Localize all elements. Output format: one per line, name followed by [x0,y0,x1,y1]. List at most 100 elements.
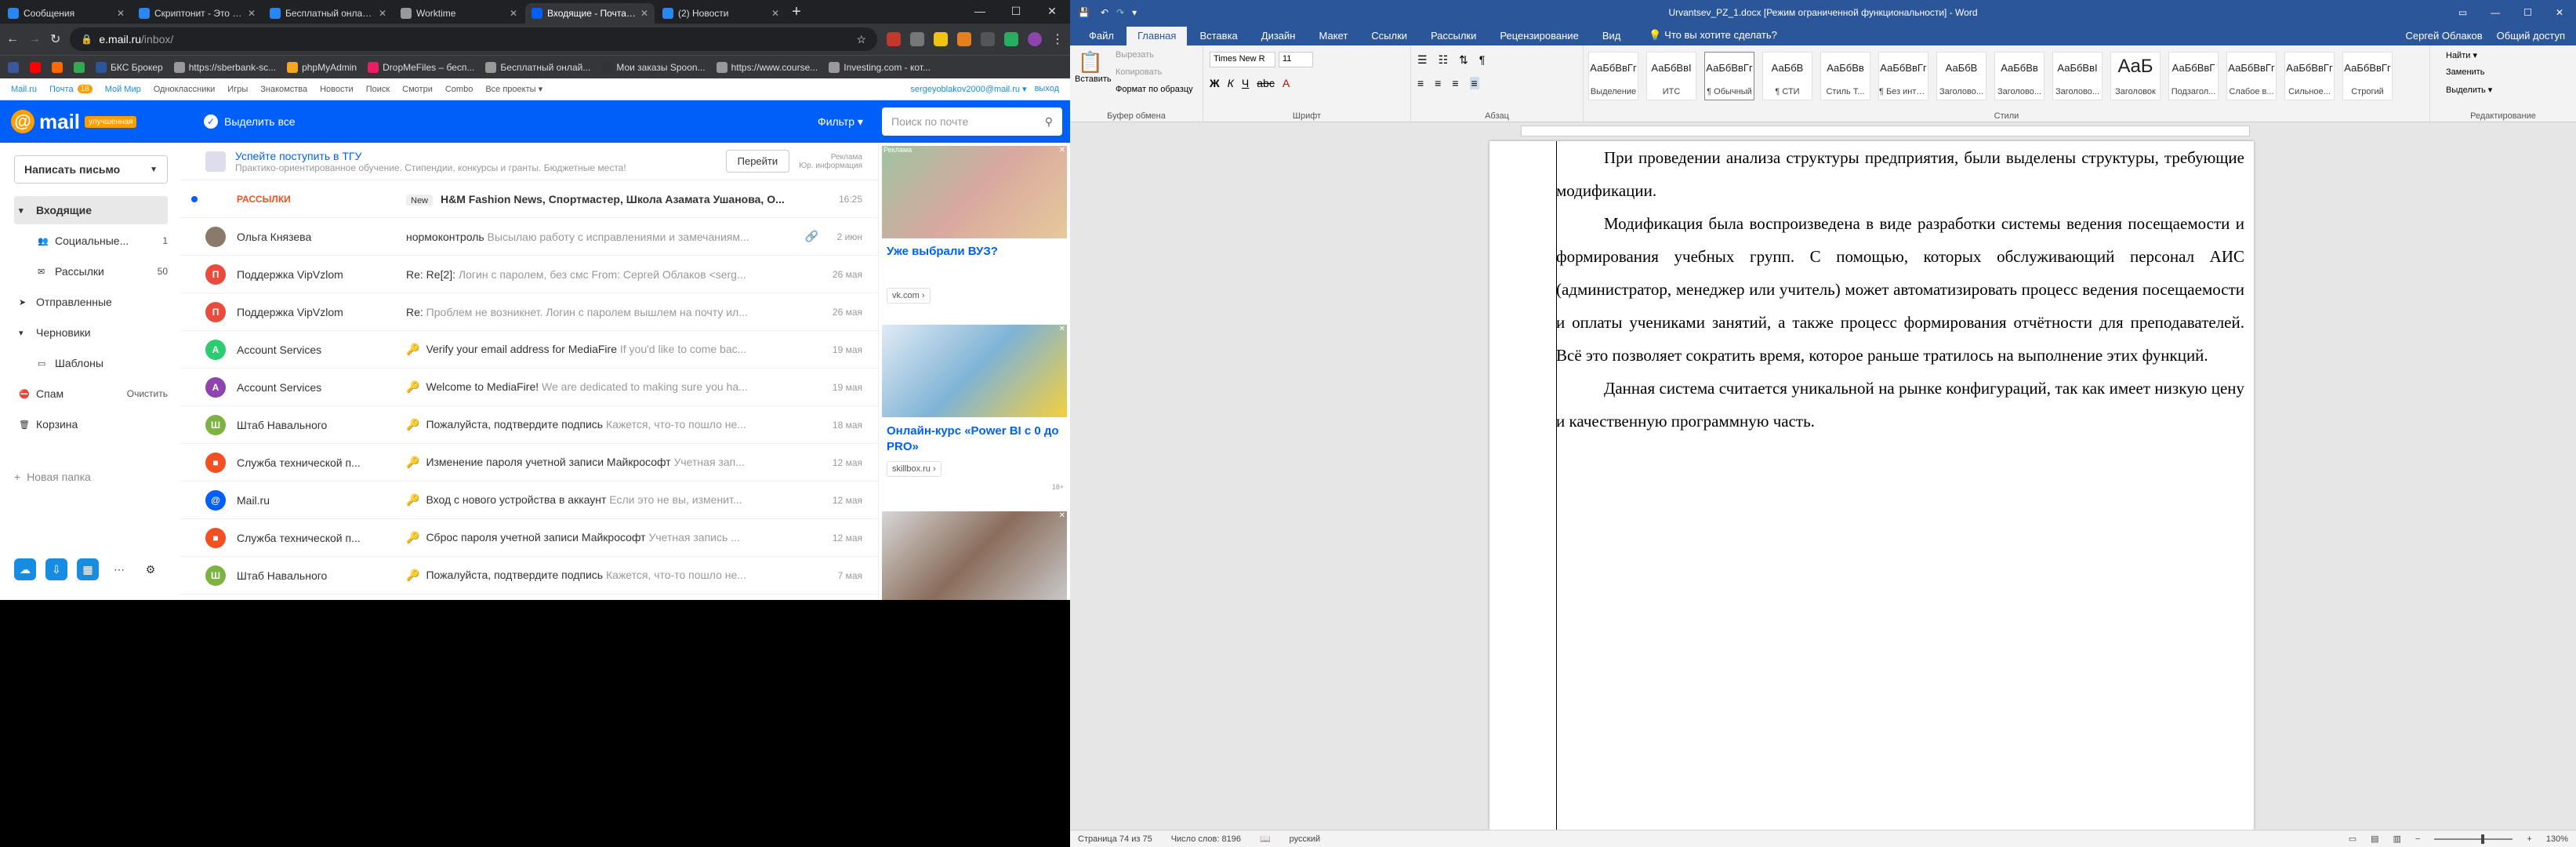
message-row[interactable]: П Поддержка VipVzlom Re: Re[2]: Логин с па… [180,256,878,293]
mail-logo[interactable]: @ mail улучшенная [0,110,180,134]
portal-link[interactable]: Mail.ru [11,85,37,94]
bookmark[interactable]: DropMeFiles – бесп... [368,61,474,73]
portal-link[interactable]: Почта 18 [49,85,93,94]
app-icon[interactable]: ⇩ [45,558,67,580]
extension-icon[interactable] [910,32,924,46]
back-icon[interactable]: ← [6,32,19,46]
ribbon-tab[interactable]: Вид [1591,27,1632,45]
account-email[interactable]: sergeyoblakov2000@mail.ru ▾ [910,84,1026,94]
proofing-icon[interactable]: 📖 [1260,834,1271,844]
browser-tab[interactable]: Входящие - Почта Ma... ✕ [525,3,655,24]
document-paragraph[interactable]: Данная система считается уникальной на р… [1556,372,2244,438]
paste-button[interactable]: 📋 Вставить [1075,50,1112,84]
folder-item[interactable]: ⛔ Спам Очистить [14,380,168,408]
bookmark[interactable]: БКС Брокер [96,61,163,73]
unread-dot[interactable] [191,195,198,202]
bullets-icon[interactable]: ☰ [1417,53,1428,67]
print-layout-icon[interactable]: ▤ [2371,834,2378,844]
zoom-out-icon[interactable]: − [2415,834,2420,844]
bookmark[interactable]: Бесплатный онлай... [485,61,590,73]
document-body[interactable]: При проведении анализа структуры предпри… [1556,141,2244,438]
portal-link[interactable]: Combo [445,85,473,94]
numbering-icon[interactable]: ☷ [1439,53,1449,67]
chevron-down-icon[interactable]: ▼ [150,165,158,174]
cut-button[interactable]: Вырезать [1116,50,1154,60]
share-button[interactable]: Общий доступ [2497,30,2565,42]
bookmark[interactable]: Мои заказы Spoon... [601,61,706,73]
address-bar[interactable]: 🔒 e.mail.ru/inbox/ ☆ [70,27,877,51]
portal-link[interactable]: Мой Мир [105,85,141,94]
style-item[interactable]: АаБбВвГ Подзагол... [2168,52,2219,100]
language[interactable]: русский [1290,834,1320,844]
promo-row[interactable]: Успейте поступить в ТГУ Практико-ориенти… [180,143,878,180]
portal-link[interactable]: Знакомства [260,85,307,94]
maximize-button[interactable]: ☐ [2523,7,2532,18]
justify-icon[interactable]: ≡ [1469,77,1479,89]
ad-card[interactable]: ✕ [882,511,1067,600]
message-row[interactable]: ■ Служба технической п... 🔑 Изменение парол… [180,444,878,482]
browser-tab[interactable]: Бесплатный онлайн р... ✕ [263,3,393,24]
message-row[interactable]: П Поддержка VipVzlom Re: Проблем не возник… [180,293,878,331]
style-item[interactable]: АаБбВв Заголово... [1994,52,2044,100]
message-row[interactable]: РАССЫЛКИ New H&M Fashion News, Спортмастер… [180,180,878,218]
ribbon-tab[interactable]: Дизайн [1250,27,1307,45]
close-icon[interactable]: ✕ [1059,511,1065,520]
style-item[interactable]: АаБбВвГг ¶ Обычный [1704,52,1754,100]
bookmark[interactable]: phpMyAdmin [287,61,357,73]
calendar-icon[interactable]: ▦ [77,558,99,580]
ribbon-tab[interactable]: Макет [1308,27,1359,45]
style-item[interactable]: АаБбВвІ Заголово... [2052,52,2103,100]
zoom-slider[interactable] [2434,834,2513,844]
portal-link[interactable]: Новости [320,85,354,94]
bookmark[interactable] [8,61,19,73]
bookmark[interactable]: https://www.course... [716,61,818,73]
reload-icon[interactable]: ↻ [50,31,60,47]
folder-item[interactable]: ▾ Входящие [14,196,168,224]
document-paragraph[interactable]: Модификация была воспроизведена в виде р… [1556,207,2244,372]
document-paragraph[interactable]: При проведении анализа структуры предпри… [1556,141,2244,207]
folder-count[interactable]: Очистить [127,388,168,399]
font-name-select[interactable]: Times New R [1210,52,1275,67]
extension-icon[interactable] [957,32,971,46]
folder-item[interactable]: 🗑 Корзина [14,410,168,438]
app-icon[interactable]: ☁ [14,558,36,580]
ad-source[interactable]: skillbox.ru › [887,461,942,477]
extension-icon[interactable] [887,32,901,46]
align-center-icon[interactable]: ≡ [1435,77,1441,89]
ribbon-tab[interactable]: Главная [1126,27,1188,45]
bookmark[interactable]: https://sberbank-sc... [173,61,276,73]
style-item[interactable]: АаБбВвГг Слабое в... [2226,52,2277,100]
ribbon-options-icon[interactable]: ▭ [2458,7,2467,18]
format-painter-button[interactable]: Формат по образцу [1116,85,1193,94]
message-row[interactable]: A Account Services 🔑 Welcome to MediaFire! … [180,369,878,406]
profile-avatar[interactable] [1028,32,1042,46]
menu-icon[interactable]: ⋮ [1051,31,1064,47]
more-icon[interactable]: ⋯ [108,558,130,580]
portal-link[interactable]: Поиск [366,85,390,94]
message-row[interactable]: @ Mail.ru 🔑 Вход с нового устройства в акка… [180,482,878,519]
redo-icon[interactable]: ↷ [1116,7,1124,18]
portal-link[interactable]: Смотри [402,85,433,94]
promo-button[interactable]: Перейти [725,150,790,173]
close-window-button[interactable]: ✕ [1034,0,1070,24]
pilcrow-icon[interactable]: ¶ [1479,53,1486,67]
compose-button[interactable]: Написать письмо ▼ [14,155,168,184]
portal-link[interactable]: Одноклассники [154,85,216,94]
style-item[interactable]: АаБбВвГг ¶ Без инте... [1878,52,1928,100]
close-icon[interactable]: ✕ [1059,146,1065,154]
folder-item[interactable]: ➤ Отправленные [14,288,168,316]
ribbon-tab[interactable]: Ссылки [1360,27,1418,45]
ribbon-tab[interactable]: Файл [1078,27,1125,45]
maximize-button[interactable]: ☐ [998,0,1034,24]
align-left-icon[interactable]: ≡ [1417,77,1424,89]
message-row[interactable]: Ольга Князева нормоконтроль Высылаю работ… [180,218,878,256]
align-right-icon[interactable]: ≡ [1452,77,1458,89]
message-row[interactable]: ■ Служба технической п... 🔑 Сброс пароля уч… [180,519,878,557]
close-window-button[interactable]: ✕ [2556,7,2563,18]
bookmark[interactable] [52,61,63,73]
quick-access-icon[interactable]: ▾ [1132,7,1137,18]
sort-icon[interactable]: ⇅ [1459,53,1468,67]
new-folder-button[interactable]: + Новая папка [14,463,168,491]
ad-source[interactable]: vk.com › [887,288,931,304]
minimize-button[interactable]: — [2491,7,2500,18]
